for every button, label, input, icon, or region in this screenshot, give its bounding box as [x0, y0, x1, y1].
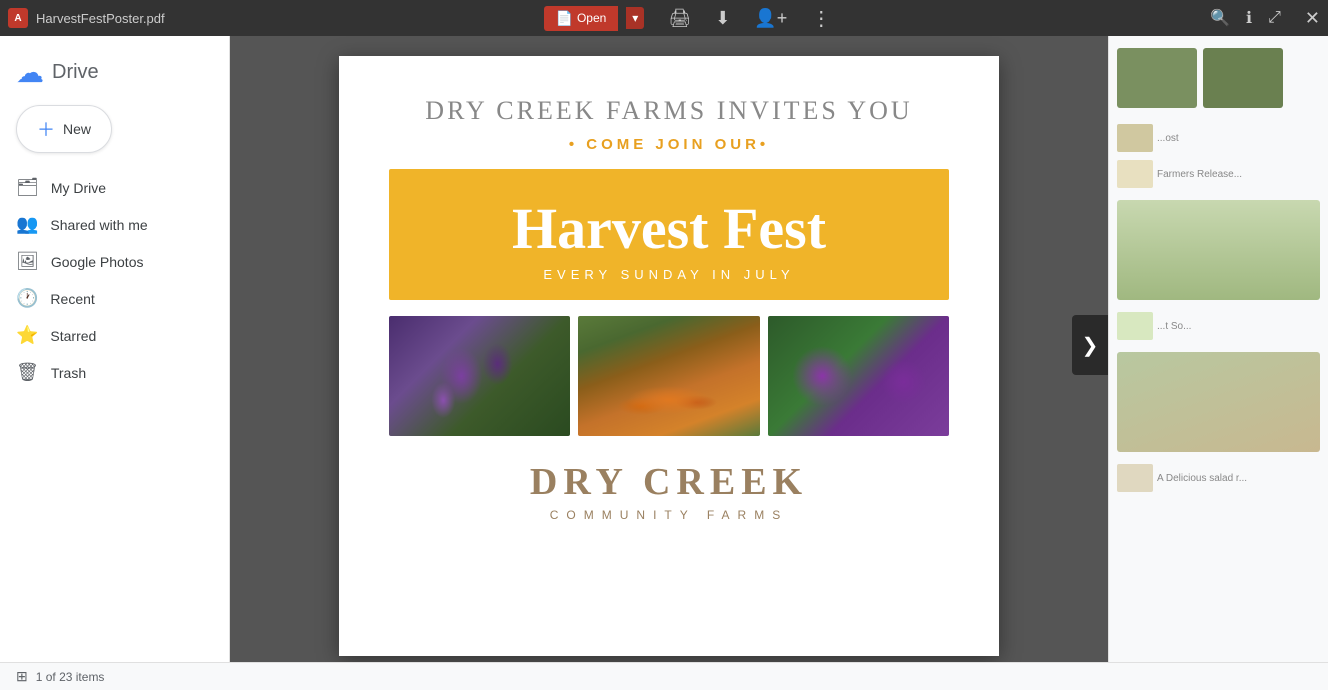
- new-button[interactable]: ＋ New: [16, 105, 112, 153]
- shared-icon: 👥: [16, 214, 38, 235]
- zoom-in-button[interactable]: 🔍: [1210, 8, 1230, 28]
- preview-thumb-2: [1203, 48, 1283, 108]
- plus-icon: ＋: [37, 116, 55, 142]
- filename-label: HarvestFestPoster.pdf: [36, 11, 165, 26]
- preview-item-4[interactable]: A Delicious salad r...: [1113, 460, 1324, 496]
- pdf-photos: [389, 316, 949, 436]
- starred-icon: ⭐: [16, 325, 38, 346]
- sidebar-item-starred[interactable]: ⭐ Starred: [0, 317, 213, 354]
- trash-icon: 🗑: [16, 362, 39, 383]
- pdf-page: DRY CREEK FARMS INVITES YOU COME JOIN OU…: [339, 56, 999, 656]
- pdf-photo-carrots: [578, 316, 759, 436]
- preview-label-4: A Delicious salad r...: [1157, 473, 1247, 484]
- item-count: 1 of 23 items: [36, 670, 105, 684]
- download-button[interactable]: ⬇: [715, 8, 730, 29]
- preview-label-2: Farmers Release...: [1157, 169, 1242, 180]
- top-bar: A HarvestFestPoster.pdf 📄 Open ▾ 🖨 ⬇ 👤+ …: [0, 0, 1328, 36]
- sidebar-item-photos[interactable]: 🖼 Google Photos: [0, 243, 213, 280]
- sidebar-item-my-drive[interactable]: 🗂 My Drive: [0, 169, 213, 206]
- pdf-photo-kale: [389, 316, 570, 436]
- pdf-photo-broccoli: [768, 316, 949, 436]
- preview-thumb-4: [1117, 160, 1153, 188]
- preview-large-thumb-2: [1117, 352, 1320, 452]
- app-logo: A: [8, 8, 28, 28]
- popout-button[interactable]: ⤢: [1268, 9, 1281, 27]
- info-button[interactable]: ℹ: [1246, 8, 1252, 28]
- sidebar-item-recent[interactable]: 🕐 Recent: [0, 280, 213, 317]
- pdf-main-title: DRY CREEK FARMS INVITES YOU: [389, 96, 949, 126]
- folder-icon: 🗂: [16, 177, 39, 198]
- toolbar-right: 🔍 ℹ ⤢ ✕: [1210, 8, 1320, 29]
- pdf-banner-subtitle: EVERY SUNDAY IN JULY: [409, 267, 929, 282]
- preview-large-thumb: [1117, 200, 1320, 300]
- sidebar-logo: ☁ Drive: [0, 48, 229, 105]
- pdf-subtitle: COME JOIN OUR: [389, 136, 949, 153]
- preview-row-1: [1113, 44, 1324, 112]
- preview-label-3: ...t So...: [1157, 321, 1191, 332]
- pdf-banner-title: Harvest Fest: [409, 197, 929, 261]
- pdf-banner: Harvest Fest EVERY SUNDAY IN JULY: [389, 169, 949, 300]
- preview-item-1[interactable]: ...ost: [1113, 120, 1324, 156]
- drive-logo-icon: ☁: [16, 56, 44, 89]
- preview-thumb-6: [1117, 464, 1153, 492]
- sidebar-item-trash[interactable]: 🗑 Trash: [0, 354, 213, 391]
- preview-green-bg: [1117, 200, 1320, 300]
- sidebar-item-shared[interactable]: 👥 Shared with me: [0, 206, 213, 243]
- preview-label-1: ...ost: [1157, 133, 1179, 144]
- more-button[interactable]: ⋮: [811, 6, 831, 31]
- share-button[interactable]: 👤+: [754, 8, 787, 29]
- preview-item-3[interactable]: ...t So...: [1113, 308, 1324, 344]
- pdf-viewer: DRY CREEK FARMS INVITES YOU COME JOIN OU…: [230, 36, 1108, 690]
- preview-thumb-3: [1117, 124, 1153, 152]
- grid-view-icon[interactable]: ⊞: [16, 668, 28, 685]
- pdf-farm-sub: COMMUNITY FARMS: [389, 508, 949, 522]
- print-button[interactable]: 🖨: [668, 8, 691, 29]
- sidebar: ☁ Drive ＋ New 🗂 My Drive 👥 Shared with m…: [0, 36, 230, 690]
- next-page-button[interactable]: ❯: [1072, 315, 1108, 375]
- recent-icon: 🕐: [16, 288, 38, 309]
- open-button[interactable]: 📄 Open: [544, 6, 619, 31]
- pdf-icon: 📄: [556, 10, 573, 27]
- toolbar-center: 📄 Open ▾ 🖨 ⬇ 👤+ ⋮: [173, 6, 1202, 31]
- close-button[interactable]: ✕: [1305, 8, 1320, 29]
- preview-thumb-1: [1117, 48, 1197, 108]
- right-panel: ...ost Farmers Release... ...t So... A D…: [1108, 36, 1328, 662]
- pdf-farm-name: DRY CREEK: [389, 460, 949, 504]
- preview-item-2[interactable]: Farmers Release...: [1113, 156, 1324, 192]
- open-dropdown-button[interactable]: ▾: [626, 7, 644, 29]
- status-bar: ⊞ 1 of 23 items: [0, 662, 1328, 690]
- drive-logo-text: Drive: [52, 61, 99, 84]
- photos-icon: 🖼: [16, 251, 39, 272]
- preview-thumb-5: [1117, 312, 1153, 340]
